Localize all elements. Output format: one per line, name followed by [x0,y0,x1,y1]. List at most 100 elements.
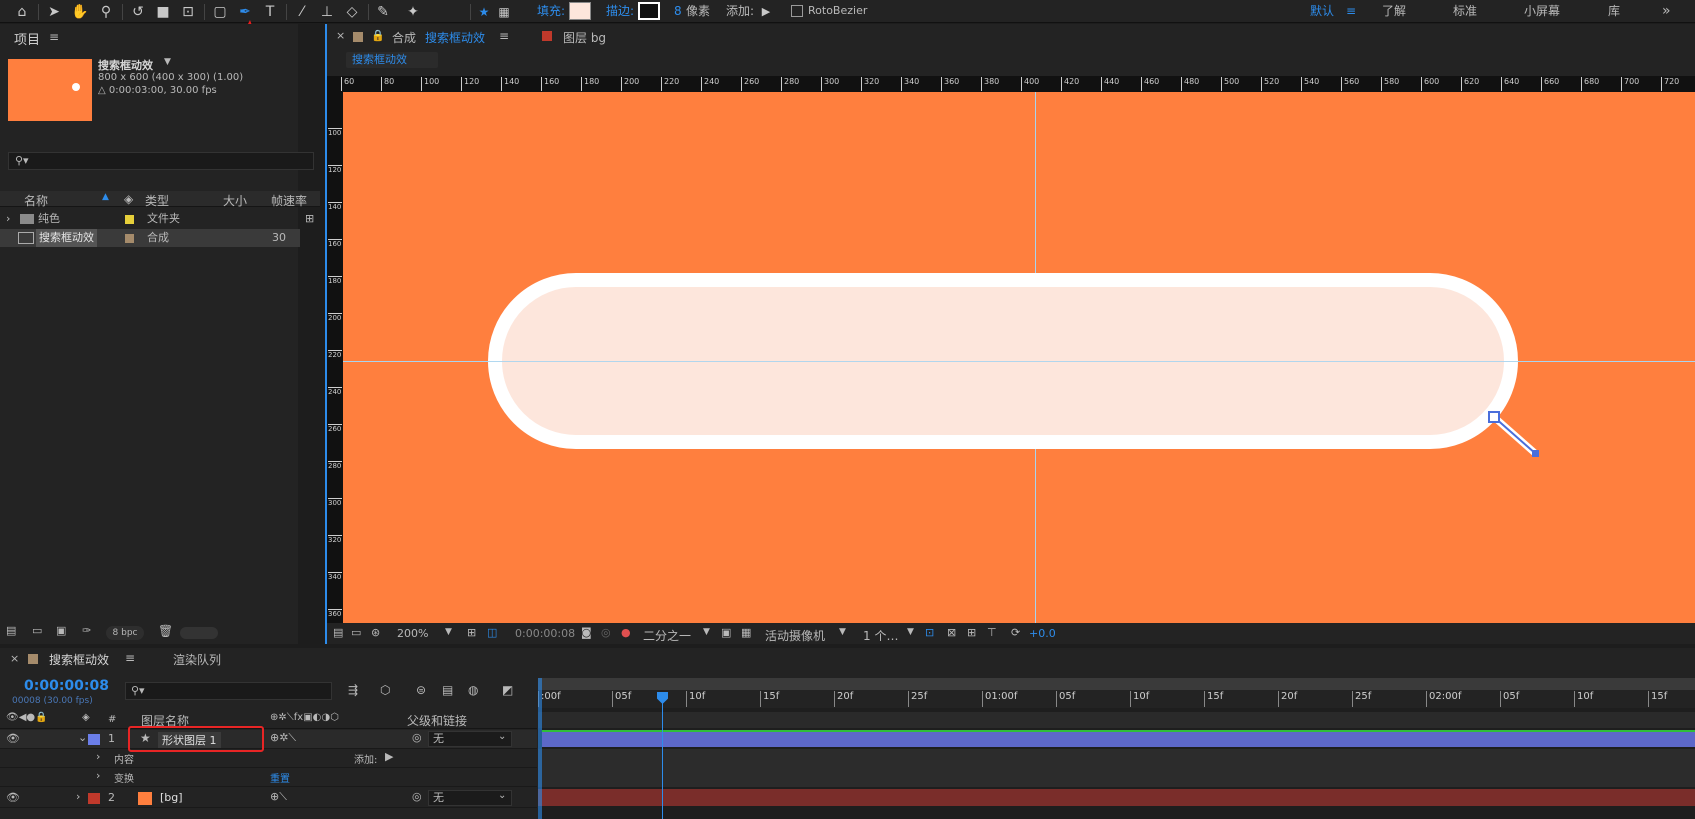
reset-link[interactable]: 重置 [270,770,290,785]
chevron-down-icon[interactable]: ⌄ [498,790,506,801]
expand-arrow-icon[interactable]: › [6,210,10,228]
label-tag-icon[interactable]: ◈ [124,192,133,206]
adjust-icon[interactable]: ✑ [82,624,91,637]
interpret-footage-icon[interactable]: ▤ [6,624,16,637]
region-of-interest-icon[interactable]: ◫ [487,626,497,639]
always-preview-icon[interactable]: ▤ [333,626,343,639]
anchor-point[interactable] [1488,411,1500,423]
timeline-current-time[interactable]: 0:00:00:08 [24,678,109,694]
workspace-menu-icon[interactable]: ≡ [1346,3,1356,19]
type-icon[interactable]: T [260,2,280,22]
eye-icon[interactable]: 👁 [6,791,20,804]
exposure-value[interactable]: +0.0 [1029,627,1056,640]
channel-icon[interactable]: ● [621,626,631,639]
zoom-level[interactable]: 200% [397,627,428,640]
motion-blur-icon[interactable]: ◍ [468,683,478,697]
chevron-down-icon[interactable]: ▼ [445,627,452,637]
layer-name[interactable]: [bg] [160,791,183,804]
time-ruler[interactable]: :00f 05f 10f 15f 20f 25f 01:00f 05f 10f 15f 20f 25f… [538,690,1695,708]
comp-mini-flowchart-icon[interactable]: ⇶ [348,683,358,697]
layer-sub-content[interactable]: › 内容 添加: ▶ [0,749,537,768]
tab-menu-icon[interactable]: ≡ [125,651,135,665]
chevron-down-icon[interactable]: ▼ [839,627,846,637]
anchor-point[interactable] [1532,450,1539,457]
flowchart-icon[interactable]: ⊞ [305,210,314,228]
chevron-down-icon[interactable]: ▼ [703,627,710,637]
pen-path-segment[interactable] [1478,407,1558,467]
fill-label[interactable]: 填充: [537,3,565,19]
composition-canvas[interactable] [343,92,1695,623]
col-type[interactable]: 类型 [145,192,169,209]
stroke-label[interactable]: 描边: [606,3,634,19]
shy-layers-icon[interactable]: ⊜ [416,683,426,697]
workspace-standard[interactable]: 标准 [1453,3,1477,19]
rotobezier-checkbox[interactable] [791,5,803,17]
project-row-solids[interactable]: › 纯色 文件夹 ⊞ [0,210,320,228]
project-panel-title[interactable]: 项目 [14,29,40,48]
label-color-swatch[interactable] [88,793,100,804]
sort-ascending-icon[interactable]: ▲ [102,192,109,202]
pick-whip-icon[interactable]: ◎ [412,731,422,744]
add-play-icon[interactable]: ▶ [385,750,393,763]
chevron-down-icon[interactable]: ⌄ [498,731,506,742]
layer-2-duration-bar[interactable] [538,789,1695,806]
col-parent[interactable]: 父级和链接 [407,712,467,729]
close-tab-icon[interactable]: × [10,652,19,665]
label-color-swatch[interactable] [125,234,134,243]
frame-blending-icon[interactable]: ▤ [442,683,453,697]
puppet-pin-icon[interactable]: ✦ [403,2,423,22]
fast-preview-icon[interactable]: ▣ [721,626,731,639]
work-area-start[interactable] [538,678,542,819]
more-workspaces-icon[interactable]: » [1662,3,1671,19]
chevron-down-icon[interactable]: ⌄ [78,731,87,744]
new-comp-icon[interactable]: ▣ [56,624,66,637]
comp-tab-name[interactable]: 搜索框动效 [425,29,485,46]
comp-tab-prefix[interactable]: 合成 [392,29,416,46]
checker-icon[interactable]: ▦ [494,2,514,22]
thumbnail-toggle[interactable] [180,627,218,639]
timeline-comp-tab[interactable]: 搜索框动效 [49,651,109,668]
playhead-line[interactable] [662,692,663,819]
switch-collapse-icon[interactable]: ⊕✲⟍ [270,731,296,745]
monitor-icon[interactable]: ▭ [351,626,361,639]
brush-icon[interactable]: ⁄ [292,2,312,22]
hand-icon[interactable]: ✋ [70,2,90,22]
camera-icon[interactable]: ■ [153,2,173,22]
view-layout-dropdown[interactable]: 1 个… [863,627,898,644]
add-play-icon[interactable]: ▶ [756,2,776,22]
pan-behind-icon[interactable]: ⊡ [178,2,198,22]
time-graph[interactable]: :00f 05f 10f 15f 20f 25f 01:00f 05f 10f 15f 20f 25f… [538,678,1695,819]
graph-editor-icon[interactable]: ◩ [502,683,513,697]
reset-exposure-icon[interactable]: ⟳ [1011,626,1020,639]
expand-arrow-icon[interactable]: › [96,750,100,763]
roto-brush-icon[interactable]: ✎ [373,2,393,22]
new-folder-icon[interactable]: ▭ [32,624,42,637]
switch-quality-icon[interactable]: ⊕⟍ [270,790,287,804]
rotate-icon[interactable]: ↺ [128,2,148,22]
stroke-width[interactable]: 8 [674,3,682,19]
work-area-bar[interactable] [538,678,1695,690]
workspace-learn[interactable]: 了解 [1382,3,1406,19]
timeline-search-input[interactable]: ⚲▾ [125,682,332,700]
toggle-pixel-aspect-icon[interactable]: ⊡ [925,626,934,639]
flowchart-icon[interactable]: ⊤ [987,626,997,639]
layer-1-duration-bar[interactable] [542,730,1695,747]
project-panel-menu-icon[interactable]: ≡ [49,30,59,44]
col-size[interactable]: 大小 [223,192,247,209]
label-color-swatch[interactable] [125,215,134,224]
transparency-grid-icon[interactable]: ▦ [741,626,751,639]
expand-arrow-icon[interactable]: › [76,790,80,803]
zoom-icon[interactable]: ⚲ [96,2,116,22]
rectangle-icon[interactable]: ▢ [210,2,230,22]
workspace-small-screen[interactable]: 小屏幕 [1524,3,1560,19]
bpc-toggle[interactable]: 8 bpc [106,626,144,640]
layer-row-2[interactable]: 👁 › 2 [bg] ⊕⟍ ◎ 无 ⌄ [0,789,537,808]
layer-sub-transform[interactable]: › 变换 重置 [0,768,537,787]
fill-swatch[interactable] [569,2,591,20]
eraser-icon[interactable]: ◇ [342,2,362,22]
close-tab-icon[interactable]: × [336,29,345,42]
clone-stamp-icon[interactable]: ⊥ [317,2,337,22]
mask-visibility-icon[interactable]: ⊛ [371,626,380,639]
fast-draft-icon[interactable]: ⊠ [947,626,956,639]
switches-icon[interactable]: ⊕✲⟍fx▣◐◑⬡ [270,712,339,723]
